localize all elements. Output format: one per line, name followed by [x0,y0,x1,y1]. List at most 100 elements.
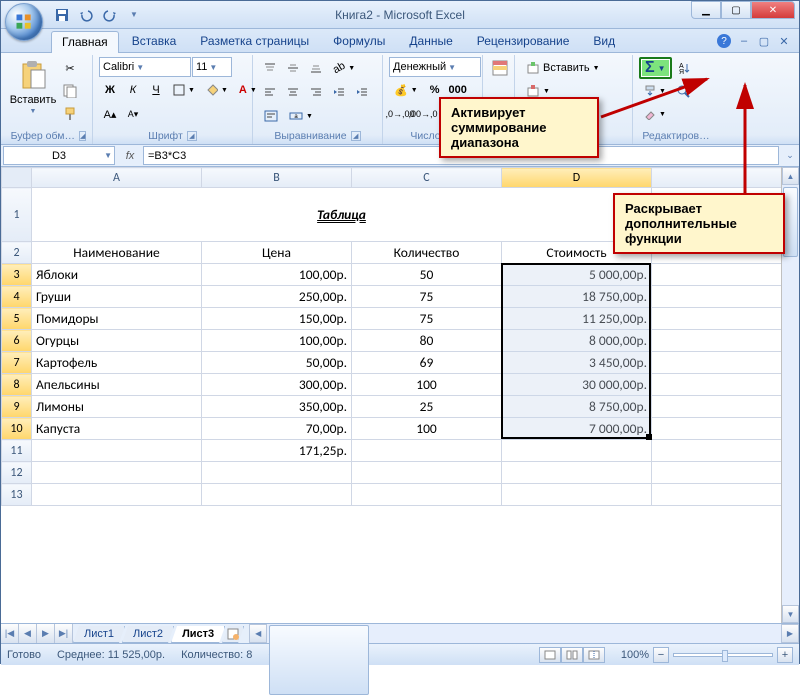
row-header-1[interactable]: 1 [2,188,32,242]
cell-qty-5[interactable]: 75 [352,308,502,330]
align-left-button[interactable] [259,81,281,103]
copy-button[interactable] [59,80,81,102]
close-button[interactable]: ✕ [751,1,795,19]
help-button[interactable]: ? [715,32,733,50]
cell-cost-6[interactable]: 8 000,00р. [502,330,652,352]
cell-B11[interactable]: 171,25р. [202,440,352,462]
cell-cost-7[interactable]: 3 450,00р. [502,352,652,374]
col-header-blank[interactable] [652,168,782,188]
cell-blank[interactable] [652,396,782,418]
conditional-formatting-button[interactable] [489,57,511,79]
cell-blank[interactable] [502,440,652,462]
align-bottom-button[interactable] [305,57,327,79]
ribbon-tab-1[interactable]: Вставка [121,30,188,52]
cell-blank[interactable] [652,352,782,374]
paste-button[interactable]: Вставить ▼ [11,57,55,118]
undo-button[interactable] [75,4,97,26]
row-header-6[interactable]: 6 [2,330,32,352]
cell-blank[interactable] [502,462,652,484]
table-header-0[interactable]: Наименование [32,242,202,264]
row-header-7[interactable]: 7 [2,352,32,374]
clipboard-dialog-launcher[interactable]: ◢ [79,131,86,141]
redo-button[interactable] [99,4,121,26]
tab-next-button[interactable]: ▶ [37,624,55,643]
scroll-down-button[interactable]: ▼ [782,605,799,623]
row-header-2[interactable]: 2 [2,242,32,264]
cell-name-6[interactable]: Огурцы [32,330,202,352]
cell-blank[interactable] [202,462,352,484]
cell-price-3[interactable]: 100,00р. [202,264,352,286]
cell-price-7[interactable]: 50,00р. [202,352,352,374]
align-center-button[interactable] [282,81,304,103]
table-header-1[interactable]: Цена [202,242,352,264]
currency-button[interactable]: 💰▼ [389,79,423,101]
cell-name-8[interactable]: Апельсины [32,374,202,396]
cell-price-6[interactable]: 100,00р. [202,330,352,352]
cell-blank[interactable] [652,418,782,440]
table-title-cell[interactable]: Таблица [32,188,652,242]
orientation-button[interactable]: ab▼ [328,57,360,79]
cell-qty-10[interactable]: 100 [352,418,502,440]
cell-cost-8[interactable]: 30 000,00р. [502,374,652,396]
clear-button[interactable]: ▼ [639,103,671,125]
cell-cost-10[interactable]: 7 000,00р. [502,418,652,440]
cell-blank[interactable] [32,484,202,506]
tab-last-button[interactable]: ▶| [55,624,73,643]
cell-blank[interactable] [352,440,502,462]
format-painter-button[interactable] [59,103,81,125]
cell-qty-3[interactable]: 50 [352,264,502,286]
alignment-dialog-launcher[interactable]: ◢ [351,131,361,141]
cell-blank[interactable] [652,286,782,308]
find-select-button[interactable] [672,80,694,102]
sort-filter-button[interactable]: AЯ [673,57,695,79]
save-button[interactable] [51,4,73,26]
cell-blank[interactable] [652,462,782,484]
grow-font-button[interactable]: A▴ [99,103,121,125]
cell-name-4[interactable]: Груши [32,286,202,308]
decrease-decimal-button[interactable]: ,00→,0 [412,103,434,125]
border-button[interactable]: ▼ [168,79,200,101]
cell-cost-4[interactable]: 18 750,00р. [502,286,652,308]
col-header-A[interactable]: A [32,168,202,188]
minimize-ribbon-button[interactable]: – [735,32,753,50]
fx-icon[interactable]: fx [121,150,139,162]
view-page-layout-button[interactable] [561,647,583,663]
autosum-button[interactable]: Σ▼ [639,57,672,79]
zoom-out-button[interactable]: − [653,647,669,663]
sheet-tab-0[interactable]: Лист1 [73,626,125,643]
zoom-in-button[interactable]: + [777,647,793,663]
insert-cells-button[interactable]: Вставить▼ [521,57,605,79]
expand-formula-bar-button[interactable]: ⌄ [781,145,799,166]
minimize-button[interactable]: ▁ [691,1,721,19]
cell-price-9[interactable]: 350,00р. [202,396,352,418]
row-header-9[interactable]: 9 [2,396,32,418]
scroll-right-button[interactable]: ▶ [781,624,799,643]
view-page-break-button[interactable] [583,647,605,663]
ribbon-tab-0[interactable]: Главная [51,31,119,53]
scroll-up-button[interactable]: ▲ [782,167,799,185]
row-header-3[interactable]: 3 [2,264,32,286]
cell-cost-3[interactable]: 5 000,00р. [502,264,652,286]
cut-button[interactable]: ✂ [59,57,81,79]
row-header-10[interactable]: 10 [2,418,32,440]
row-header-12[interactable]: 12 [2,462,32,484]
cell-blank[interactable] [202,484,352,506]
ribbon-tab-6[interactable]: Вид [582,30,626,52]
ribbon-tab-4[interactable]: Данные [398,30,463,52]
name-box[interactable]: D3 ▼ [3,146,115,165]
doc-restore-button[interactable]: ▢ [755,32,773,50]
tab-first-button[interactable]: |◀ [1,624,19,643]
scroll-thumb[interactable] [783,187,798,257]
cell-qty-9[interactable]: 25 [352,396,502,418]
align-middle-button[interactable] [282,57,304,79]
ribbon-tab-3[interactable]: Формулы [322,30,396,52]
align-top-button[interactable] [259,57,281,79]
fill-button[interactable]: ▼ [639,80,671,102]
row-header-8[interactable]: 8 [2,374,32,396]
cell-name-10[interactable]: Капуста [32,418,202,440]
cell-blank[interactable] [652,330,782,352]
cell-name-9[interactable]: Лимоны [32,396,202,418]
scroll-left-button[interactable]: ◀ [249,624,267,643]
maximize-button[interactable]: ▢ [721,1,751,19]
qat-customize-button[interactable]: ▼ [123,4,145,26]
